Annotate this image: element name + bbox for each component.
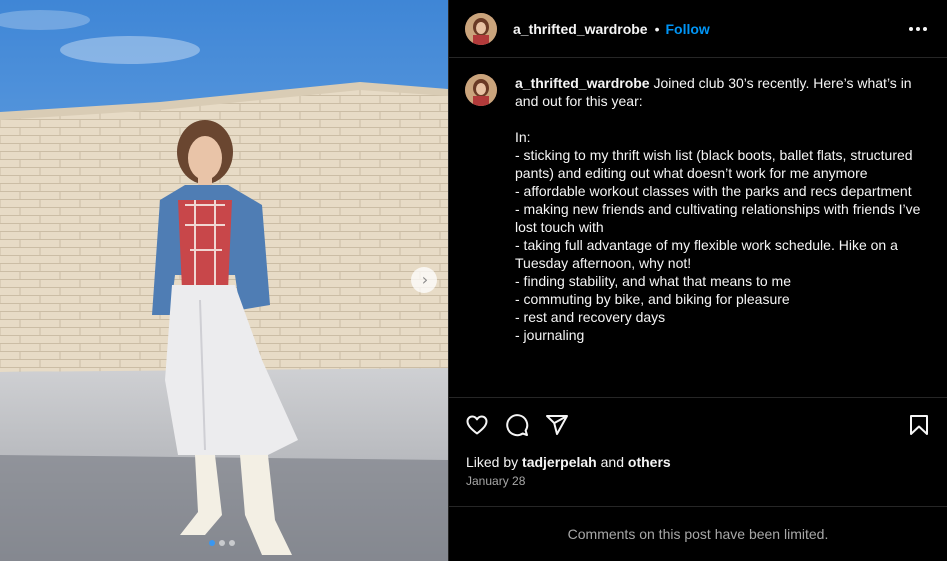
follow-button[interactable]: Follow <box>666 21 710 37</box>
action-bar <box>465 410 931 440</box>
avatar[interactable] <box>465 74 497 106</box>
heart-icon[interactable] <box>465 413 489 437</box>
carousel-dot <box>209 540 215 546</box>
avatar[interactable] <box>465 12 497 45</box>
carousel-next-button[interactable]: › <box>411 267 437 293</box>
liked-by-prefix: Liked by <box>466 454 519 470</box>
carousel-dot <box>219 540 225 546</box>
share-icon[interactable] <box>545 413 569 437</box>
more-options-icon[interactable] <box>905 23 931 35</box>
bookmark-icon[interactable] <box>907 413 931 437</box>
post-date[interactable]: January 28 <box>466 474 525 488</box>
carousel-dot <box>229 540 235 546</box>
liked-by-user-link[interactable]: tadjerpelah <box>522 454 597 470</box>
liked-by-others-link[interactable]: others <box>628 454 671 470</box>
caption: a_thrifted_wardrobe Joined club 30’s rec… <box>515 74 931 397</box>
username-link[interactable]: a_thrifted_wardrobe <box>513 21 648 37</box>
photo-image <box>0 0 448 561</box>
separator-dot: • <box>654 20 660 37</box>
post-sidebar: a_thrifted_wardrobe • Follow a_thrifted_… <box>448 0 947 561</box>
chevron-right-icon: › <box>421 270 429 289</box>
comments-limited-notice: Comments on this post have been limited. <box>449 506 947 561</box>
carousel-indicator <box>209 540 235 546</box>
post-header: a_thrifted_wardrobe • Follow <box>449 0 947 58</box>
post-photo[interactable]: › <box>0 0 448 561</box>
caption-section: a_thrifted_wardrobe Joined club 30’s rec… <box>449 58 947 398</box>
caption-text: Joined club 30’s recently. Here’s what’s… <box>515 75 921 343</box>
caption-username-link[interactable]: a_thrifted_wardrobe <box>515 75 650 91</box>
likes-summary: Liked by tadjerpelah and others <box>466 454 671 470</box>
comment-icon[interactable] <box>505 413 529 437</box>
liked-by-and: and <box>600 454 624 470</box>
